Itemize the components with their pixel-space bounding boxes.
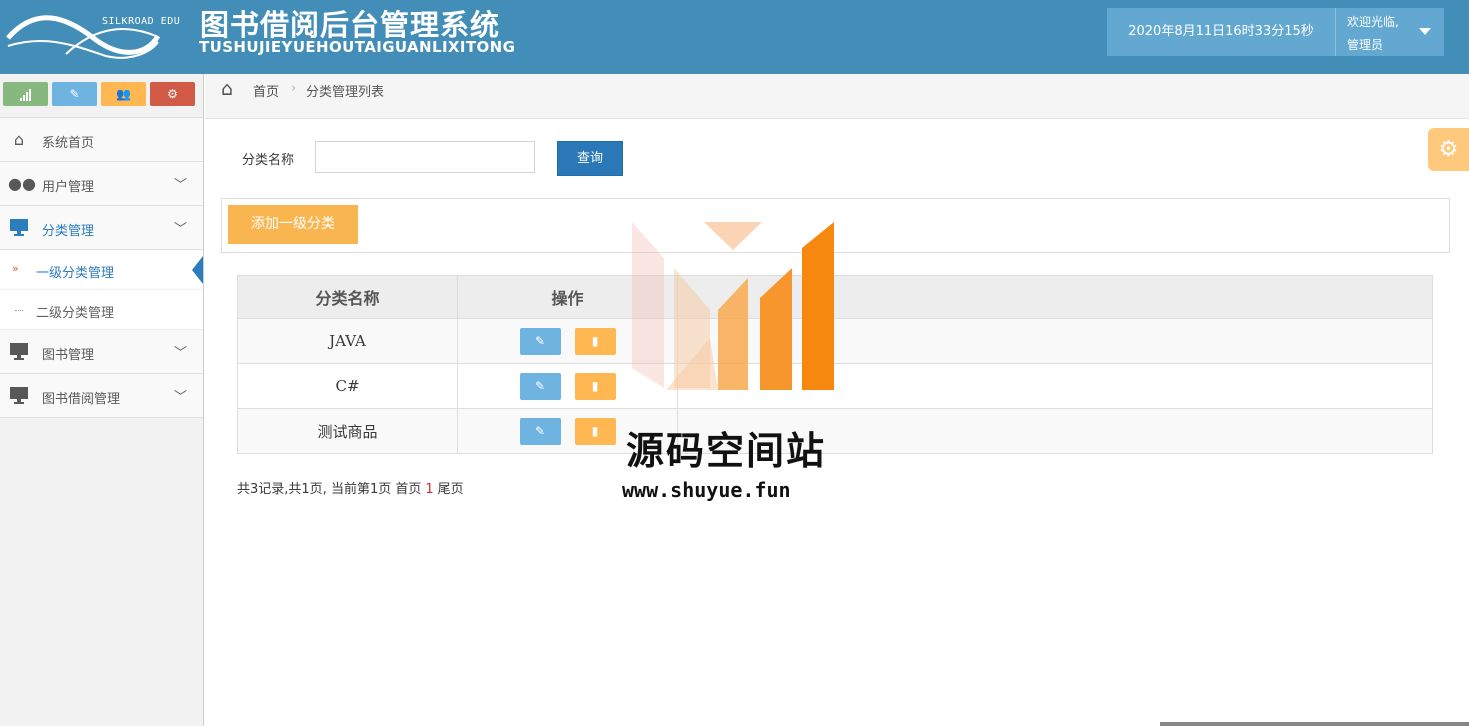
actions-cell: ✎ ▮ xyxy=(457,318,678,364)
users-icon: 👥 xyxy=(116,87,131,101)
sidebar-subitem-label: 二级分类管理 xyxy=(36,306,115,321)
actions-cell: ✎ ▮ xyxy=(457,363,678,409)
empty-cell xyxy=(677,363,1433,409)
sidebar-item-home[interactable]: ⌂ 系统首页 xyxy=(0,118,203,162)
column-header-actions: 操作 xyxy=(457,275,678,319)
breadcrumb-home-link[interactable]: 首页 xyxy=(253,81,279,100)
sidebar: ✎ 👥 ⚙ ⌂ 系统首页 ●● 用户管理 ﹀ 分类管理 ﹀ » 一级分类管理 二… xyxy=(0,74,204,726)
settings-toggle-button[interactable]: ⚙ xyxy=(1428,128,1469,171)
delete-button[interactable]: ▮ xyxy=(574,327,616,355)
category-name-cell: JAVA xyxy=(237,318,458,364)
page-link-current[interactable]: 1 xyxy=(425,482,433,497)
page-link-last[interactable]: 尾页 xyxy=(438,482,464,497)
sidebar-item-label: 分类管理 xyxy=(42,224,95,239)
trash-icon: ▮ xyxy=(591,333,599,348)
pencil-icon: ✎ xyxy=(69,87,80,101)
watermark-title: 源码空间站 xyxy=(626,429,827,473)
column-header-name: 分类名称 xyxy=(237,275,458,319)
sidebar-item-label: 图书管理 xyxy=(42,348,95,363)
delete-button[interactable]: ▮ xyxy=(574,417,616,445)
home-icon: ⌂ xyxy=(13,130,25,149)
edit-button[interactable]: ✎ xyxy=(519,327,561,355)
table-header-row: 分类名称 操作 xyxy=(237,275,1433,319)
users-icon: ●● xyxy=(8,174,36,193)
tree-dash xyxy=(15,310,23,311)
desktop-icon xyxy=(8,342,30,362)
silkroad-logo xyxy=(6,15,161,59)
shortcut-signal-button[interactable] xyxy=(3,82,48,106)
sidebar-item-category[interactable]: 分类管理 ﹀ xyxy=(0,206,203,250)
column-header-empty xyxy=(677,275,1433,319)
chevron-right-icon: › xyxy=(291,81,297,96)
sidebar-subitem-level2-category[interactable]: 二级分类管理 xyxy=(0,290,203,330)
shortcut-pencil-button[interactable]: ✎ xyxy=(52,82,97,106)
trash-icon: ▮ xyxy=(591,378,599,393)
sidebar-shortcuts: ✎ 👥 ⚙ xyxy=(0,74,203,118)
search-label: 分类名称 xyxy=(242,153,295,168)
chevron-down-icon: ﹀ xyxy=(173,346,187,361)
chevron-down-icon: ﹀ xyxy=(173,222,187,237)
table-row: JAVA ✎ ▮ xyxy=(237,318,1433,364)
shortcut-users-button[interactable]: 👥 xyxy=(101,82,146,106)
category-name-cell: C# xyxy=(237,363,458,409)
category-name-input[interactable] xyxy=(315,141,535,173)
breadcrumb: ⌂ 首页 › 分类管理列表 xyxy=(205,74,1469,119)
edit-icon: ✎ xyxy=(534,378,546,393)
top-navbar: SILKROAD EDU 图书借阅后台管理系统 TUSHUJIEYUEHOUTA… xyxy=(0,0,1469,74)
table-row: C# ✎ ▮ xyxy=(237,363,1433,409)
signal-icon xyxy=(19,88,31,101)
edit-button[interactable]: ✎ xyxy=(519,417,561,445)
system-subtitle: TUSHUJIEYUEHOUTAIGUANLIXITONG xyxy=(199,38,516,56)
edit-button[interactable]: ✎ xyxy=(519,372,561,400)
delete-button[interactable]: ▮ xyxy=(574,372,616,400)
desktop-icon xyxy=(8,386,30,406)
breadcrumb-current: 分类管理列表 xyxy=(306,85,385,100)
home-icon: ⌂ xyxy=(221,78,234,100)
sidebar-item-label: 系统首页 xyxy=(42,136,95,151)
cogs-icon: ⚙ xyxy=(167,87,178,101)
pagination: 共3记录,共1页, 当前第1页 首页 1 尾页 xyxy=(237,478,464,497)
sidebar-item-users[interactable]: ●● 用户管理 ﹀ xyxy=(0,162,203,206)
shortcut-cogs-button[interactable]: ⚙ xyxy=(150,82,195,106)
datetime-display: 2020年8月11日16时33分15秒 xyxy=(1107,8,1335,56)
user-role: 管理员 xyxy=(1347,38,1384,52)
category-table: 分类名称 操作 JAVA ✎ ▮ C# ✎ ▮ 测试商品 ✎ ▮ xyxy=(237,275,1433,454)
category-name-cell: 测试商品 xyxy=(237,408,458,454)
add-level1-category-button[interactable]: 添加一级分类 xyxy=(228,205,358,244)
desktop-icon xyxy=(8,218,30,238)
gear-icon: ⚙ xyxy=(1438,137,1459,162)
user-menu[interactable]: 欢迎光临, 管理员 xyxy=(1335,8,1444,56)
sidebar-subitem-label: 一级分类管理 xyxy=(36,266,115,281)
edit-icon: ✎ xyxy=(534,423,546,438)
logo-text: SILKROAD EDU xyxy=(102,16,181,27)
sidebar-subitem-level1-category[interactable]: » 一级分类管理 xyxy=(0,250,203,290)
edit-icon: ✎ xyxy=(534,333,546,348)
sidebar-item-books[interactable]: 图书管理 ﹀ xyxy=(0,330,203,374)
pagination-summary: 共3记录,共1页, 当前第1页 首页 xyxy=(237,482,422,497)
action-toolbar: 添加一级分类 xyxy=(221,198,1450,253)
table-row: 测试商品 ✎ ▮ xyxy=(237,408,1433,454)
sidebar-item-borrow[interactable]: 图书借阅管理 ﹀ xyxy=(0,374,203,418)
welcome-text: 欢迎光临, xyxy=(1347,15,1399,29)
chevron-down-icon: ﹀ xyxy=(173,178,187,193)
sidebar-item-label: 用户管理 xyxy=(42,180,95,195)
trash-icon: ▮ xyxy=(591,423,599,438)
search-button[interactable]: 查询 xyxy=(557,141,623,176)
double-angle-right-icon: » xyxy=(12,262,19,275)
empty-cell xyxy=(677,318,1433,364)
watermark-url: www.shuyue.fun xyxy=(622,478,791,502)
sidebar-item-label: 图书借阅管理 xyxy=(42,392,121,407)
chevron-down-icon: ﹀ xyxy=(173,390,187,405)
caret-down-icon xyxy=(1419,28,1431,35)
horizontal-scrollbar[interactable] xyxy=(1160,722,1469,726)
